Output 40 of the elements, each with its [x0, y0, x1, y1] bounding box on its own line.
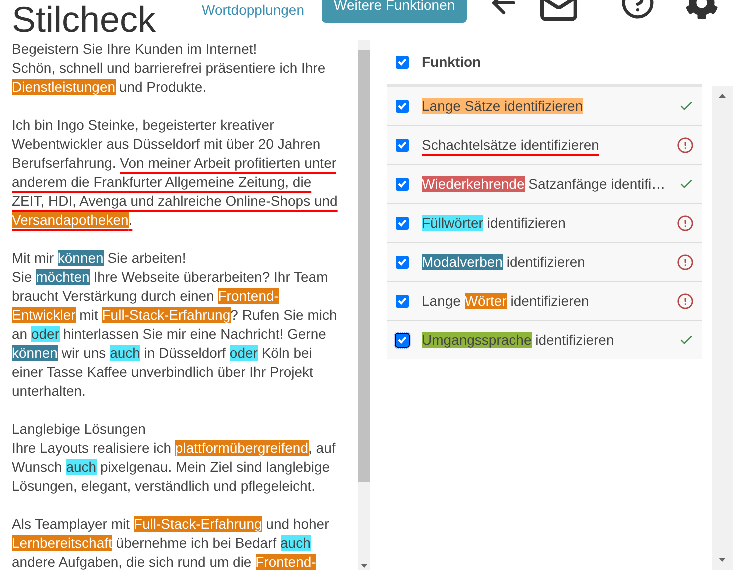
paragraph-text: Langlebige Lösungen — [12, 420, 147, 439]
alert-icon — [677, 254, 694, 270]
alert-icon — [677, 214, 694, 232]
scrollbar[interactable] — [712, 86, 733, 570]
scroll-down-icon[interactable] — [360, 564, 368, 568]
checkbox[interactable] — [396, 138, 409, 152]
alert-icon — [677, 292, 694, 310]
function-label: Schachtelsätze identifizieren — [422, 137, 600, 153]
checkbox[interactable] — [396, 100, 409, 112]
function-label: Lange Sätze identifizieren — [422, 98, 584, 114]
function-row[interactable]: Modalverben identifizieren — [387, 243, 702, 282]
paragraph-text: Als Teamplayer mit Full-Stack-Erfahrung und hoher Lernbereitschaft übernehme ich bei Bedarf auch andere Aufgaben, die sich rund um die Frontend- — [12, 515, 330, 570]
checkbox[interactable] — [396, 256, 409, 268]
column-header: Funktion — [422, 54, 482, 70]
checkbox[interactable] — [396, 334, 409, 346]
paragraph-text: Ich bin Ingo Steinke, begeisterter kreativer Webentwickler aus Düsseldorf mit über 20 Jahren Berufserfahrung. Von meiner Arbeit profitierten unter anderem die Frankfurter Allgemeine Zeitung, die ZEIT, HDI, Avenga und zahlreiche Online-Shops und Versandapotheken. — [12, 116, 338, 230]
function-label: Modalverben identifizieren — [422, 254, 586, 270]
paragraph-text: Ihre Layouts realisiere ich plattformübergreifend, auf Wunsch auch pixelgenau. Mein Ziel sind langlebige Lösungen, elegant, verständlich und pflegeleicht. — [12, 439, 337, 496]
function-label: Lange Wörter identifizieren — [422, 293, 590, 309]
function-row[interactable]: Wiederkehrende Satzanfänge identifi… — [387, 165, 702, 204]
paragraph-text: Sie möchten Ihre Webseite überarbeiten? Ihr Team braucht Verstärkung durch einen Frontend-Entwickler mit Full-Stack-Erfahrung? Rufen Sie mich an oder hinterlassen Sie mir eine Nachricht! Gerne können wir uns auch in Düsseldorf oder Köln bei einer Tasse Kaffee unverbindlich über Ihr Projekt unterhalten. — [12, 268, 338, 401]
function-label: Umgangssprache identifizieren — [422, 332, 616, 348]
checkbox[interactable] — [396, 216, 409, 230]
checkbox[interactable] — [396, 178, 409, 190]
alert-icon — [677, 136, 694, 154]
function-row[interactable]: Schachtelsätze identifizieren — [387, 126, 702, 165]
paragraph-text: Begeistern Sie Ihre Kunden im Internet! — [12, 40, 258, 59]
scrollbar[interactable] — [358, 40, 370, 570]
function-row[interactable]: Lange Sätze identifizieren — [387, 87, 702, 126]
paragraph-text: Mit mir können Sie arbeiten! — [12, 249, 188, 268]
scroll-down-icon[interactable] — [719, 558, 726, 562]
checkbox[interactable] — [396, 56, 409, 68]
scroll-up-icon[interactable] — [719, 94, 726, 98]
function-label: Wiederkehrende Satzanfänge identifi… — [422, 176, 667, 192]
paragraph-text: Schön, schnell und barrierefrei präsentiere ich Ihre Dienstleistungen und Produkte. — [12, 59, 327, 97]
function-row[interactable]: Umgangssprache identifizieren — [387, 321, 702, 359]
app-title: Stilcheck — [12, 0, 158, 40]
function-row[interactable]: Lange Wörter identifizieren — [387, 282, 702, 321]
wortdopplungen-link[interactable]: Wortdopplungen — [202, 0, 322, 20]
checkbox[interactable] — [396, 294, 409, 308]
